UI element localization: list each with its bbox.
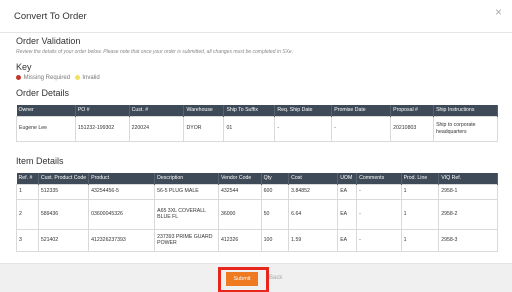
table-cell: 03600045326: [88, 198, 156, 230]
column-header: Vendor Code: [218, 173, 262, 184]
column-header: Description: [154, 173, 219, 184]
column-header: Cost: [288, 173, 339, 184]
column-header: Ship To Suffix: [223, 105, 276, 116]
table-cell: 56-5 PLUG MALE: [154, 183, 219, 200]
back-link[interactable]: Back: [269, 275, 282, 281]
table-row: Eugene Lee 151232-199302 220024 DYOR 01 …: [16, 115, 498, 142]
key-title: Key: [16, 62, 32, 72]
column-header: VIQ Ref.: [438, 173, 498, 184]
missing-required-label: Missing Required: [23, 75, 71, 82]
table-cell: 1: [400, 228, 440, 252]
column-header: UOM: [337, 173, 358, 184]
missing-required-dot-icon: [16, 75, 21, 80]
table-cell: 36000: [217, 198, 262, 230]
modal-body: Order Validation Review the details of y…: [0, 33, 512, 263]
table-cell: 412326: [217, 228, 262, 252]
table-cell: 151232-199302: [74, 115, 130, 142]
item-details-header-row: Ref. # Cust. Product Code Product Descri…: [16, 173, 498, 184]
table-cell: 220024: [128, 115, 185, 142]
column-header: Qty: [261, 173, 290, 184]
table-cell: 01: [223, 115, 276, 142]
column-header: PO #: [75, 105, 130, 116]
column-header: Comments: [356, 173, 402, 184]
table-cell: 3: [16, 228, 39, 252]
close-icon[interactable]: ×: [495, 5, 502, 19]
table-cell: 2: [16, 198, 39, 230]
order-details-table: Owner PO # Cust. # Warehouse Ship To Suf…: [16, 105, 498, 142]
invalid-dot-icon: [74, 75, 80, 80]
table-cell: 43254456-5: [88, 183, 156, 200]
table-cell: 432544: [217, 183, 262, 200]
submit-button[interactable]: Submit: [226, 272, 258, 286]
table-cell: 2958-3: [438, 228, 498, 252]
item-details-title: Item Details: [16, 156, 64, 166]
table-cell: -: [356, 198, 402, 230]
column-header: Prod. Line: [401, 173, 440, 184]
table-cell: -: [274, 115, 333, 142]
table-cell: 1.59: [288, 228, 339, 252]
table-cell: 237393 PRIME GUARD POWER: [154, 228, 219, 252]
table-cell: 20210803: [390, 115, 435, 142]
table-cell: 1: [400, 183, 440, 200]
modal-header: Convert To Order ×: [0, 0, 512, 33]
table-cell: A65 3XL COVERALL BLUE FL: [154, 198, 219, 230]
order-validation-title: Order Validation: [16, 36, 81, 46]
column-header: Proposal #: [390, 105, 435, 116]
table-cell: 100: [260, 228, 290, 252]
validation-note: Review the details of your order below. …: [16, 49, 294, 55]
table-cell: Ship to corporate headquarters: [433, 115, 498, 142]
table-cell: 412326237393: [88, 228, 156, 252]
modal-footer: Submit Back: [0, 263, 512, 292]
table-cell: 589436: [37, 198, 90, 230]
table-cell: 2958-1: [438, 183, 498, 200]
table-cell: 600: [260, 183, 290, 200]
table-cell: 512335: [37, 183, 90, 200]
table-cell: -: [331, 115, 392, 142]
table-row: 2 589436 03600045326 A65 3XL COVERALL BL…: [16, 198, 498, 230]
table-cell: Eugene Lee: [16, 115, 76, 142]
column-header: Ship Instructions: [433, 105, 498, 116]
column-header: Cust. #: [129, 105, 185, 116]
table-cell: EA: [337, 198, 358, 230]
column-header: Ref. #: [16, 173, 39, 184]
table-cell: DYOR: [183, 115, 225, 142]
modal-title: Convert To Order: [14, 11, 87, 22]
table-row: 3 521402 412326237393 237393 PRIME GUARD…: [16, 228, 498, 252]
table-cell: 2958-2: [438, 198, 498, 230]
order-details-title: Order Details: [16, 88, 70, 98]
column-header: Owner: [16, 105, 76, 116]
column-header: Cust. Product Code: [38, 173, 90, 184]
table-cell: 1: [400, 198, 440, 230]
column-header: Req. Ship Date: [274, 105, 333, 116]
table-cell: 3.84852: [288, 183, 339, 200]
order-details-header-row: Owner PO # Cust. # Warehouse Ship To Suf…: [16, 105, 498, 116]
table-cell: 521402: [37, 228, 90, 252]
key-legend: Missing Required Invalid: [16, 75, 100, 81]
column-header: Warehouse: [183, 105, 225, 116]
table-cell: 1: [16, 183, 39, 200]
table-cell: 6.64: [288, 198, 339, 230]
table-cell: 50: [260, 198, 290, 230]
invalid-label: Invalid: [82, 75, 100, 82]
table-cell: EA: [337, 228, 358, 252]
column-header: Promise Date: [331, 105, 392, 116]
table-row: 1 512335 43254456-5 56-5 PLUG MALE 43254…: [16, 183, 498, 200]
item-details-table: Ref. # Cust. Product Code Product Descri…: [16, 173, 498, 252]
table-cell: -: [356, 228, 402, 252]
column-header: Product: [88, 173, 156, 184]
table-cell: -: [356, 183, 402, 200]
table-cell: EA: [337, 183, 358, 200]
